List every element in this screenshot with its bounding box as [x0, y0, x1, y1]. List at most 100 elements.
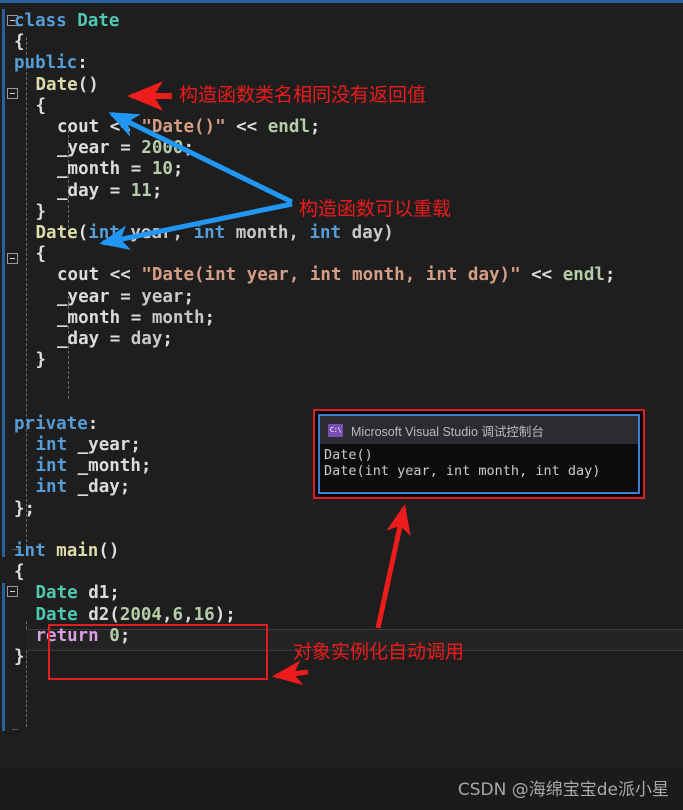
- code-token: day: [130, 329, 163, 349]
- code-token: =: [120, 307, 152, 328]
- code-token: cout: [57, 265, 100, 286]
- code-line-14[interactable]: _year = year;: [57, 287, 194, 308]
- code-line-1[interactable]: class Date: [14, 11, 119, 32]
- annotation-ctor-overload: 构造函数可以重载: [299, 198, 452, 220]
- code-line-15[interactable]: _month = month;: [57, 308, 215, 329]
- code-line-5[interactable]: {: [36, 96, 47, 117]
- code-line-28[interactable]: Date d1;: [36, 583, 120, 604]
- code-token: cout: [57, 117, 100, 137]
- code-token: endl: [267, 117, 310, 137]
- console-icon-glyph: C:\: [329, 425, 342, 434]
- code-line-31[interactable]: }: [14, 647, 25, 668]
- console-title-bar[interactable]: C:\ Microsoft Visual Studio 调试控制台: [320, 416, 638, 444]
- code-token: main: [56, 541, 99, 561]
- console-cmd-icon: C:\: [328, 423, 343, 437]
- console-window[interactable]: C:\ Microsoft Visual Studio 调试控制台 Date()…: [313, 409, 645, 499]
- code-token: ;: [151, 180, 163, 201]
- code-token: int: [309, 223, 342, 243]
- code-token: year: [141, 286, 184, 307]
- code-token: Date: [35, 74, 78, 95]
- code-line-12[interactable]: {: [36, 244, 47, 265]
- console-output: Date() Date(int year, int month, int day…: [320, 444, 638, 479]
- highlight-box-object-declarations: [48, 624, 268, 680]
- code-token: }: [14, 647, 25, 667]
- code-token: :: [87, 413, 99, 434]
- code-token: int: [35, 477, 68, 498]
- code-token: {: [14, 32, 25, 53]
- code-token: _month: [57, 159, 121, 180]
- annotation-ctor-name-rule: 构造函数类名相同没有返回值: [179, 84, 427, 106]
- code-token: _day: [57, 180, 100, 201]
- code-token: _month;: [67, 456, 152, 477]
- csdn-watermark: CSDN @海绵宝宝de派小星: [457, 780, 669, 800]
- code-token: 2000: [141, 138, 184, 159]
- code-token: 10: [151, 159, 173, 180]
- code-line-11[interactable]: Date(int year, int month, int day): [36, 223, 394, 244]
- code-line-2[interactable]: {: [14, 32, 25, 53]
- code-token: _year;: [67, 435, 141, 455]
- code-token: =: [109, 138, 142, 159]
- code-token: year,: [119, 223, 194, 243]
- code-token: ;: [183, 138, 194, 159]
- code-token: month: [151, 307, 205, 328]
- code-token: {: [14, 562, 25, 583]
- code-token: (: [77, 223, 89, 243]
- code-token: <<: [99, 265, 142, 286]
- code-token: {: [35, 95, 47, 116]
- code-token: 11: [130, 180, 152, 201]
- code-line-24[interactable]: };: [14, 499, 35, 520]
- code-token: 2004: [119, 604, 162, 625]
- code-token: ;: [162, 329, 173, 349]
- code-token: "Date()": [141, 117, 226, 137]
- code-token: 16: [193, 604, 215, 625]
- code-line-9[interactable]: _day = 11;: [57, 181, 162, 202]
- code-line-13[interactable]: cout << "Date(int year, int month, int d…: [57, 265, 615, 286]
- code-token: {: [35, 244, 47, 265]
- code-token: day): [341, 223, 394, 243]
- code-token: Date: [35, 583, 78, 604]
- code-line-16[interactable]: _day = day;: [57, 329, 173, 350]
- code-token: ;: [183, 286, 194, 307]
- code-token: (): [98, 541, 120, 561]
- code-token: "Date(int year, int month, int day)": [141, 265, 521, 286]
- code-token: _year: [57, 286, 110, 307]
- code-line-8[interactable]: _month = 10;: [57, 159, 183, 180]
- code-line-3[interactable]: public:: [14, 53, 88, 74]
- code-token: int: [193, 223, 226, 243]
- code-line-6[interactable]: cout << "Date()" << endl;: [57, 117, 320, 138]
- code-token: ;: [204, 307, 216, 328]
- code-token: class: [14, 11, 67, 31]
- code-token: int: [35, 435, 68, 455]
- code-line-17[interactable]: }: [36, 350, 47, 371]
- annotation-auto-call: 对象实例化自动调用: [293, 641, 465, 663]
- code-line-4[interactable]: Date(): [36, 75, 99, 96]
- code-token: int: [88, 223, 120, 243]
- code-token: _day: [57, 329, 100, 349]
- code-token: <<: [520, 265, 563, 286]
- code-line-23[interactable]: int _day;: [36, 477, 131, 498]
- code-token: (): [77, 74, 99, 95]
- code-line-27[interactable]: {: [14, 562, 25, 583]
- code-line-26[interactable]: int main(): [14, 541, 119, 562]
- code-line-22[interactable]: int _month;: [36, 456, 152, 477]
- code-line-7[interactable]: _year = 2000;: [57, 138, 194, 159]
- code-token: _day;: [67, 477, 131, 498]
- code-token: ,: [161, 604, 173, 625]
- code-line-10[interactable]: }: [36, 202, 47, 223]
- console-title-text: Microsoft Visual Studio 调试控制台: [351, 424, 544, 439]
- code-token: month,: [225, 223, 310, 243]
- code-token: endl: [562, 265, 605, 286]
- console-output-line: Date(int year, int month, int day): [324, 463, 601, 479]
- code-line-29[interactable]: Date d2(2004,6,16);: [36, 605, 236, 626]
- code-token: =: [99, 329, 131, 349]
- code-token: ;: [604, 265, 616, 286]
- code-token: <<: [225, 117, 268, 137]
- code-token: ,: [183, 604, 194, 625]
- code-token: Date: [35, 223, 78, 243]
- code-line-20[interactable]: private:: [14, 414, 98, 435]
- code-token: Date: [77, 11, 120, 31]
- code-line-21[interactable]: int _year;: [36, 435, 141, 456]
- code-token: int: [35, 456, 68, 477]
